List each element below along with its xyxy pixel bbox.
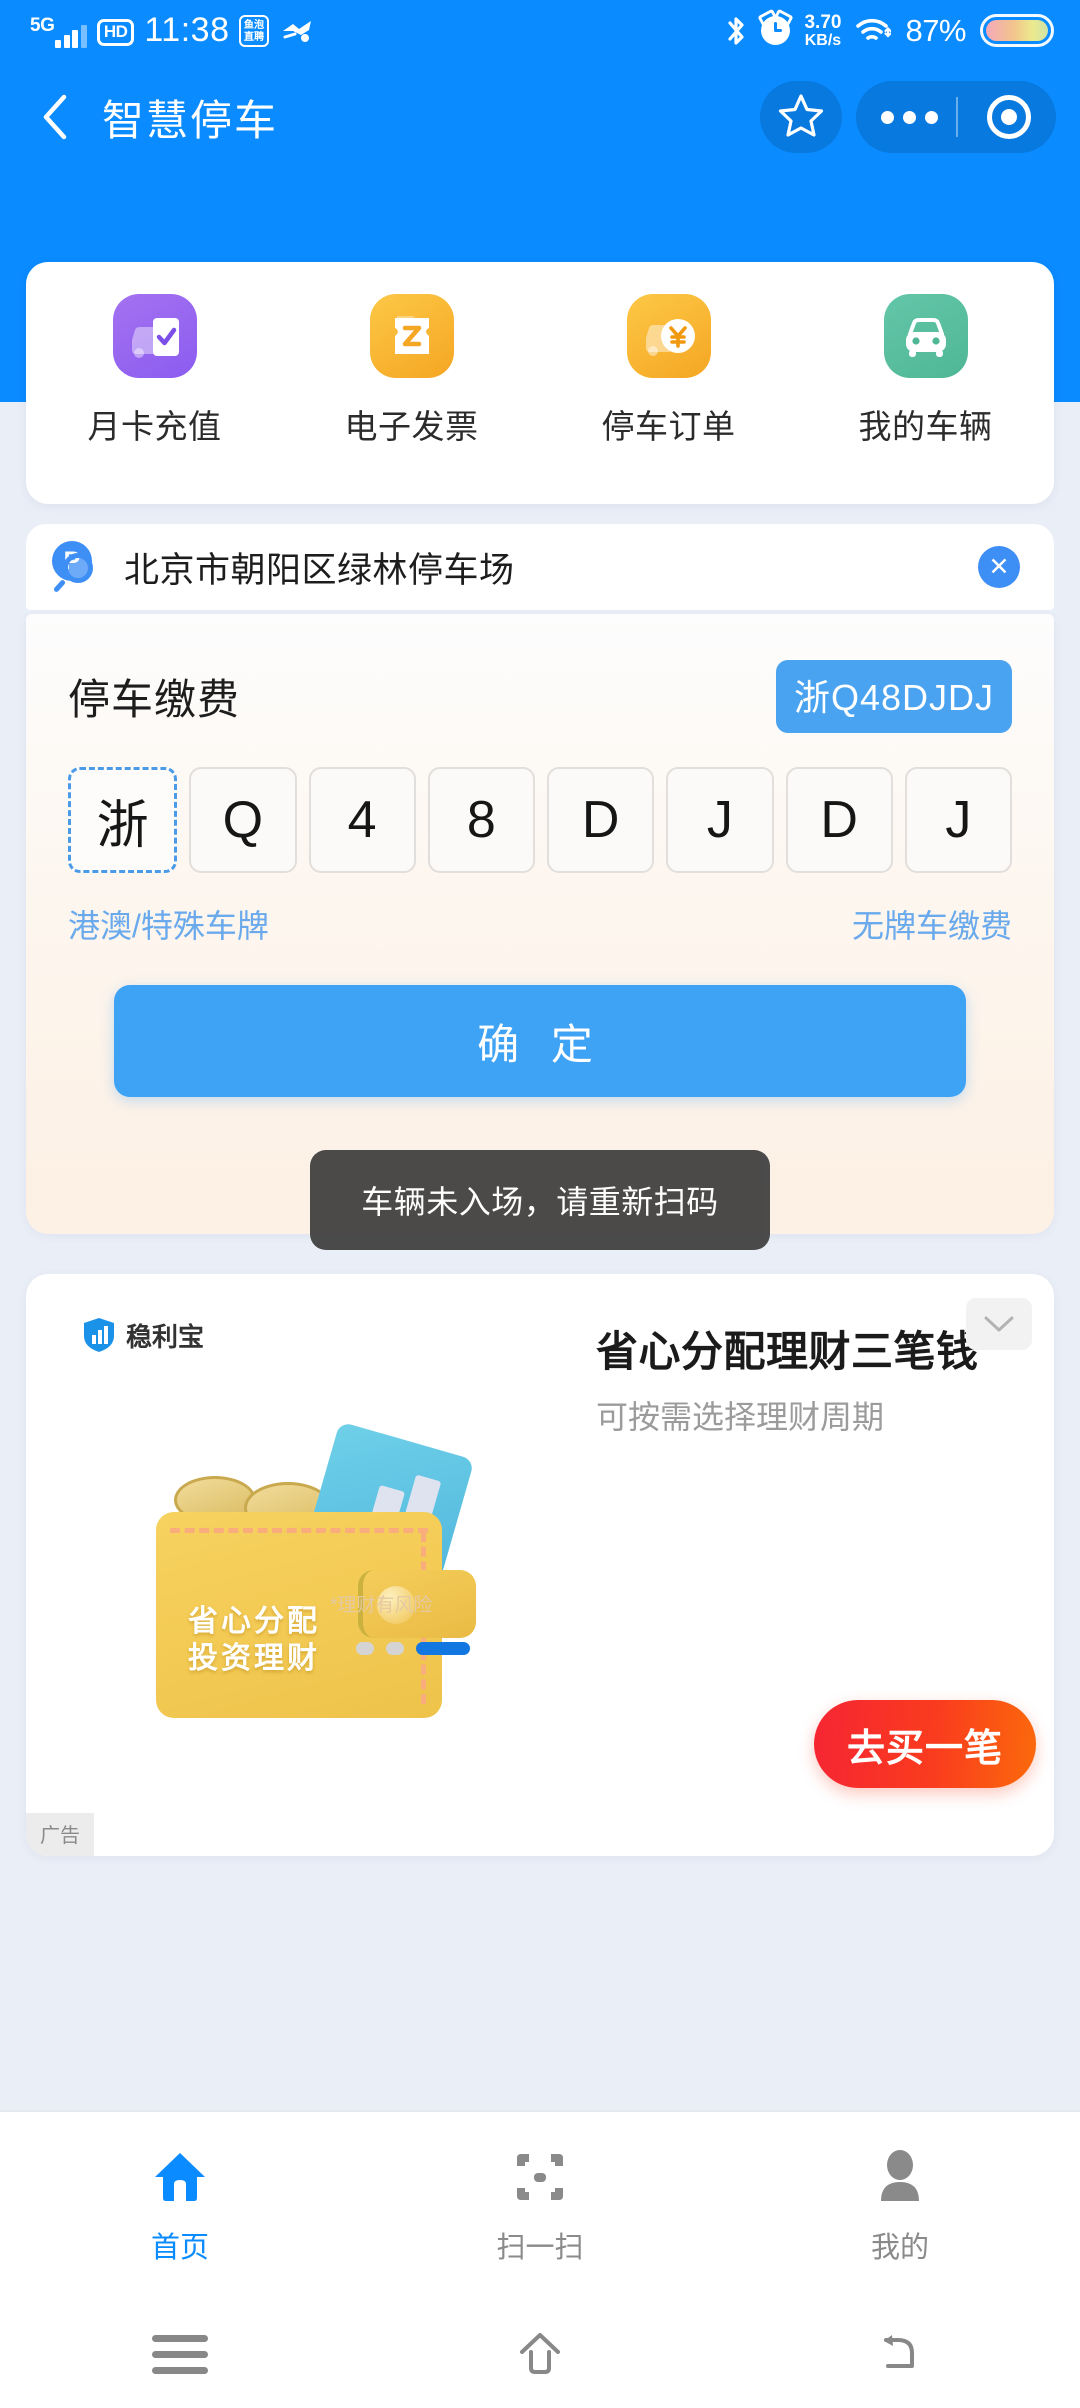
- wifi-icon: [855, 17, 892, 45]
- page-title: 智慧停车: [102, 96, 279, 144]
- scan-qr-icon: [509, 2146, 571, 2208]
- alarm-icon: [761, 16, 791, 46]
- plate-char-0[interactable]: 浙: [68, 767, 178, 873]
- risk-disclaimer: *理财有风险: [330, 1595, 433, 1616]
- plate-char-4[interactable]: D: [547, 767, 655, 873]
- quick-action-label: 停车订单: [601, 408, 736, 445]
- tab-label: 扫一扫: [496, 2232, 584, 2264]
- home-icon: [149, 2146, 211, 2208]
- tab-label: 我的: [870, 2232, 929, 2264]
- quick-action-label: 我的车辆: [858, 408, 993, 445]
- quick-action-monthly-card-recharge[interactable]: 月卡充值: [26, 294, 283, 448]
- plate-char-1[interactable]: Q: [189, 767, 297, 873]
- parking-payment-card: 停车缴费 浙Q48DJDJ 浙 Q 4 8 D J D J 港澳/特殊车牌 无牌…: [26, 614, 1054, 1234]
- plate-number-badge: 浙Q48DJDJ: [775, 660, 1012, 733]
- back-return-icon[interactable]: [720, 2326, 1080, 2382]
- network-type-label: 5G: [30, 15, 55, 36]
- clear-x-icon[interactable]: ✕: [978, 546, 1020, 588]
- tab-home[interactable]: 首页: [0, 2146, 360, 2266]
- parking-lot-search-bar[interactable]: P 北京市朝阳区绿林停车场 ✕: [26, 524, 1054, 610]
- home-outline-icon[interactable]: [360, 2326, 720, 2382]
- status-time: 11:38: [144, 11, 230, 49]
- parking-search-icon: P: [52, 541, 104, 593]
- shield-chart-icon: [82, 1316, 116, 1354]
- confirm-button[interactable]: 确 定: [114, 985, 966, 1097]
- app-icon-line1: 鱼泡: [244, 19, 265, 31]
- quick-action-label: 月卡充值: [87, 408, 222, 445]
- star-icon: [778, 92, 824, 143]
- app-notification-icon: 鱼泡 直聘: [239, 15, 270, 47]
- ad-brand: 稳利宝: [82, 1316, 204, 1354]
- plate-char-2[interactable]: 4: [308, 767, 416, 873]
- special-plate-link[interactable]: 港澳/特殊车牌: [68, 901, 269, 947]
- wallet-text-line2: 投资理财: [188, 1641, 320, 1675]
- app-icon-line2: 直聘: [244, 31, 265, 43]
- battery-icon: [980, 14, 1054, 48]
- ad-cta-button[interactable]: 去买一笔: [814, 1700, 1036, 1788]
- tab-scan[interactable]: 扫一扫: [360, 2146, 720, 2266]
- profile-person-icon: [869, 2146, 931, 2208]
- signal-strength-icon: 5G: [30, 11, 87, 51]
- plate-char-3[interactable]: 8: [427, 767, 535, 873]
- ad-brand-name: 稳利宝: [126, 1321, 205, 1352]
- carousel-dot-1[interactable]: [356, 1642, 374, 1655]
- monthly-card-recharge-icon: [112, 294, 197, 378]
- e-invoice-icon: [369, 294, 454, 378]
- back-chevron-icon[interactable]: [34, 91, 76, 143]
- android-nav-bar: [0, 2300, 1080, 2408]
- quick-action-my-vehicle[interactable]: 我的车辆: [797, 294, 1054, 448]
- app-header: 智慧停车: [0, 62, 1080, 172]
- bottom-tab-bar: 首页 扫一扫 我的: [0, 2110, 1080, 2300]
- ad-subtitle: 可按需选择理财周期: [596, 1399, 885, 1435]
- ad-label-badge: 广告: [26, 1813, 94, 1856]
- bluetooth-icon: [725, 15, 747, 47]
- quick-actions-card: 月卡充值 电子发票 停车订单 我的车辆: [26, 262, 1054, 504]
- tab-label: 首页: [150, 2232, 209, 2264]
- my-vehicle-icon: [883, 294, 968, 378]
- search-input[interactable]: 北京市朝阳区绿林停车场: [124, 542, 515, 593]
- plate-char-7[interactable]: J: [904, 767, 1012, 873]
- quick-action-parking-order[interactable]: 停车订单: [540, 294, 797, 448]
- second-app-notification-icon: [279, 15, 315, 47]
- no-plate-payment-link[interactable]: 无牌车缴费: [852, 901, 1012, 947]
- target-circle-icon[interactable]: [987, 95, 1032, 139]
- carousel-dot-2[interactable]: [386, 1642, 404, 1655]
- ad-title: 省心分配理财三笔钱: [596, 1328, 979, 1375]
- battery-percent-label: 87%: [905, 12, 966, 48]
- tab-profile[interactable]: 我的: [720, 2146, 1080, 2266]
- net-speed-value: 3.70: [804, 11, 842, 33]
- plate-char-5[interactable]: J: [666, 767, 774, 873]
- advertisement-card[interactable]: 稳利宝 省心分配理财三笔钱 可按需选择理财周期 省心分配 投资理财 去买一笔 *…: [26, 1274, 1054, 1856]
- license-plate-input-row[interactable]: 浙 Q 4 8 D J D J: [68, 767, 1012, 873]
- hd-badge: HD: [96, 19, 135, 46]
- favorite-star-button[interactable]: [760, 81, 842, 153]
- parking-order-icon: [626, 294, 711, 378]
- toast-message: 车辆未入场，请重新扫码: [310, 1150, 770, 1250]
- plate-char-6[interactable]: D: [785, 767, 893, 873]
- chevron-down-icon[interactable]: [966, 1298, 1032, 1350]
- more-dots-icon[interactable]: [880, 110, 938, 124]
- wallet-text-line1: 省心分配: [188, 1605, 320, 1638]
- net-speed-unit: KB/s: [804, 31, 842, 49]
- quick-action-label: 电子发票: [344, 408, 479, 445]
- mini-program-capsule[interactable]: [856, 81, 1056, 153]
- status-bar: 5G HD 11:38 鱼泡 直聘 3.70 KB/s 87%: [0, 0, 1080, 62]
- carousel-dot-3[interactable]: [416, 1642, 470, 1655]
- payment-section-title: 停车缴费: [68, 676, 241, 723]
- carousel-indicator[interactable]: [356, 1642, 470, 1655]
- quick-action-e-invoice[interactable]: 电子发票: [283, 294, 540, 448]
- recents-menu-icon[interactable]: [0, 2326, 360, 2383]
- network-speed-indicator: 3.70 KB/s: [804, 11, 842, 50]
